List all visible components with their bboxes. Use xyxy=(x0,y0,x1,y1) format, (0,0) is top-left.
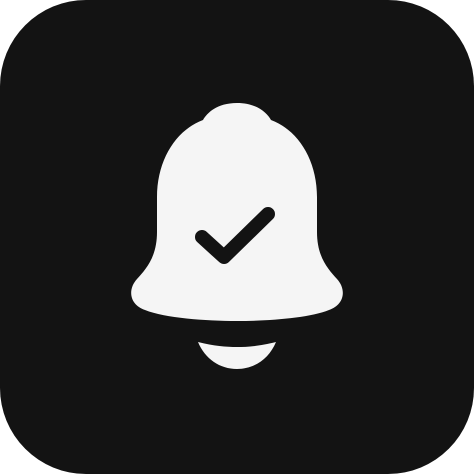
bell-clapper xyxy=(198,342,276,369)
bell-body xyxy=(131,103,343,321)
notification-app-icon[interactable] xyxy=(0,0,474,474)
bell-check-icon xyxy=(131,103,343,369)
